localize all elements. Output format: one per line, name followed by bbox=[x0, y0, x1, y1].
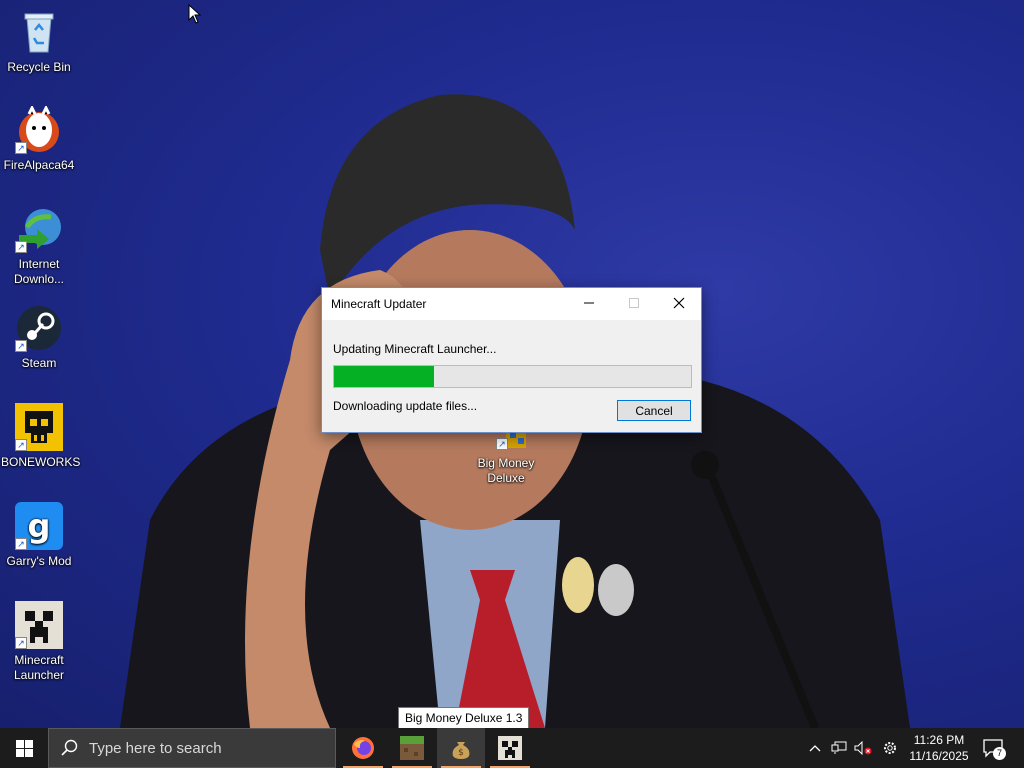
taskbar: Type here to search $ 11:26 PM 11/16/202… bbox=[0, 728, 1024, 768]
network-icon bbox=[831, 741, 847, 754]
chevron-up-icon bbox=[809, 745, 821, 752]
start-button[interactable] bbox=[0, 728, 48, 768]
close-button[interactable] bbox=[656, 288, 701, 318]
dialog-body: Updating Minecraft Launcher... Downloadi… bbox=[322, 320, 701, 432]
cancel-button[interactable]: Cancel bbox=[617, 400, 691, 421]
shortcut-arrow-icon: ↗ bbox=[15, 538, 27, 550]
taskbar-app-minecraft[interactable] bbox=[388, 728, 436, 768]
steam-icon: ↗ bbox=[15, 304, 63, 352]
firealpaca-icon: ↗ bbox=[15, 104, 63, 154]
mouse-cursor-icon bbox=[188, 4, 202, 24]
volume-tray-button[interactable] bbox=[852, 728, 874, 768]
desktop-icon-garrys-mod[interactable]: g ↗ Garry's Mod bbox=[1, 502, 77, 569]
desktop-icon-internet-download-manager[interactable]: ↗ Internet Downlo... bbox=[1, 205, 77, 287]
svg-text:$: $ bbox=[458, 748, 464, 758]
desktop-icon-firealpaca[interactable]: ↗ FireAlpaca64 bbox=[1, 104, 77, 173]
shortcut-arrow-icon: ↗ bbox=[15, 142, 27, 154]
svg-text:g: g bbox=[28, 507, 51, 545]
search-placeholder: Type here to search bbox=[89, 739, 222, 757]
close-icon bbox=[673, 297, 684, 309]
taskbar-tooltip: Big Money Deluxe 1.3 bbox=[398, 707, 530, 729]
shortcut-arrow-icon: ↗ bbox=[15, 439, 27, 451]
shortcut-arrow-icon: ↗ bbox=[15, 340, 27, 352]
desktop-icon-label: Recycle Bin bbox=[7, 60, 71, 74]
progress-bar bbox=[333, 365, 692, 388]
show-hidden-icons-button[interactable] bbox=[806, 728, 824, 768]
maximize-button bbox=[611, 288, 656, 318]
maximize-icon bbox=[628, 298, 639, 308]
taskbar-clock[interactable]: 11:26 PM 11/16/2025 bbox=[904, 732, 974, 764]
network-tray-button[interactable] bbox=[828, 728, 850, 768]
desktop-icon-label: Minecraft Launcher bbox=[13, 653, 65, 682]
clock-time: 11:26 PM bbox=[913, 733, 965, 747]
windows-logo-icon bbox=[15, 739, 33, 757]
desktop-icon-steam[interactable]: ↗ Steam bbox=[1, 304, 77, 371]
substatus-text: Downloading update files... bbox=[333, 399, 478, 413]
recycle-bin-icon bbox=[15, 8, 63, 56]
dialog-title: Minecraft Updater bbox=[331, 297, 427, 311]
desktop-icon-label: BONEWORKS bbox=[1, 455, 81, 469]
desktop-icon-label: Internet Downlo... bbox=[13, 257, 65, 286]
notification-count-badge: 7 bbox=[993, 747, 1006, 760]
taskbar-app-minecraft-launcher[interactable] bbox=[486, 728, 534, 768]
desktop-icon-minecraft-launcher[interactable]: ↗ Minecraft Launcher bbox=[1, 601, 77, 683]
garrys-mod-icon: g ↗ bbox=[15, 502, 63, 550]
volume-muted-icon bbox=[854, 741, 872, 755]
internet-download-manager-icon: ↗ bbox=[15, 205, 63, 253]
dialog-titlebar[interactable]: Minecraft Updater bbox=[322, 288, 701, 320]
desktop-icon-label: FireAlpaca64 bbox=[3, 158, 75, 172]
creeper-icon bbox=[498, 736, 522, 760]
search-icon bbox=[61, 739, 78, 756]
minimize-button[interactable] bbox=[566, 288, 611, 318]
minecraft-grass-icon bbox=[400, 736, 424, 760]
status-text: Updating Minecraft Launcher... bbox=[333, 342, 497, 356]
boneworks-skull-icon: ↗ bbox=[15, 403, 63, 451]
shortcut-arrow-icon: ↗ bbox=[15, 241, 27, 253]
money-bag-icon: $ bbox=[452, 742, 470, 759]
taskbar-app-firefox[interactable] bbox=[339, 728, 387, 768]
desktop-icon-label: Steam bbox=[21, 356, 57, 370]
minimize-icon bbox=[583, 302, 594, 304]
taskbar-search-box[interactable]: Type here to search bbox=[48, 728, 336, 768]
action-center-button[interactable]: 7 bbox=[982, 736, 1006, 760]
taskbar-app-big-money-deluxe[interactable]: $ bbox=[437, 728, 485, 768]
shortcut-arrow-icon: ↗ bbox=[496, 438, 508, 450]
shortcut-arrow-icon: ↗ bbox=[15, 637, 27, 649]
desktop-icon-boneworks[interactable]: ↗ BONEWORKS bbox=[1, 403, 81, 470]
desktop-icon-recycle-bin[interactable]: Recycle Bin bbox=[1, 8, 77, 75]
creeper-icon: ↗ bbox=[15, 601, 63, 649]
desktop-icon-label: Garry's Mod bbox=[6, 554, 72, 568]
desktop-icon-label: Big Money Deluxe bbox=[477, 456, 535, 485]
gear-icon bbox=[884, 742, 896, 754]
progress-bar-fill bbox=[334, 366, 434, 387]
clock-date: 11/16/2025 bbox=[909, 749, 969, 763]
minecraft-updater-dialog: Minecraft Updater Updating Minecraft Lau… bbox=[321, 287, 702, 433]
settings-tray-button[interactable] bbox=[878, 728, 902, 768]
firefox-icon bbox=[352, 737, 374, 759]
